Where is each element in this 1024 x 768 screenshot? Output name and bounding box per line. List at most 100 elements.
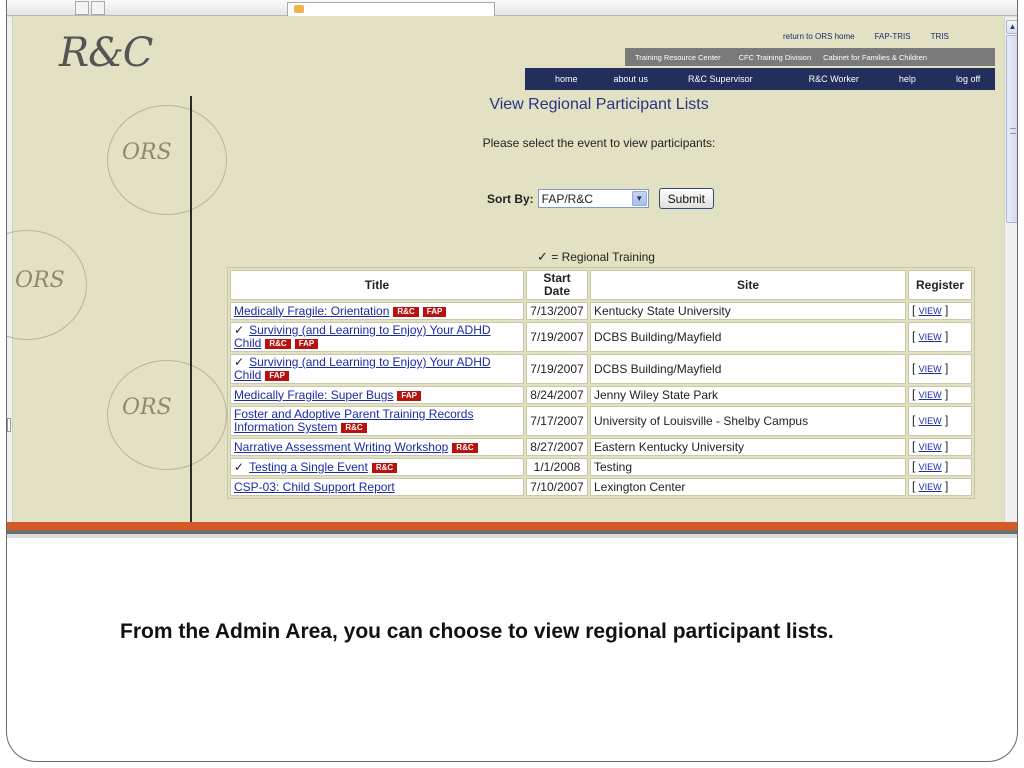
screenshot-area: R&C ORS ORS ORS return to ORS home FAP-T…	[7, 0, 1017, 522]
checkmark-icon: ✓	[234, 323, 245, 337]
scroll-up-icon[interactable]: ▲	[1006, 20, 1017, 34]
program-badge: FAP	[397, 390, 421, 401]
cell-title: Narrative Assessment Writing Workshop R&C	[230, 438, 524, 456]
cell-title: ✓ Surviving (and Learning to Enjoy) Your …	[230, 354, 524, 384]
favicon-icon	[294, 5, 304, 13]
cell-start-date: 7/13/2007	[526, 302, 588, 320]
program-badge: R&C	[371, 462, 398, 473]
event-title-link[interactable]: Narrative Assessment Writing Workshop	[234, 440, 448, 454]
view-register-link[interactable]: VIEW	[919, 364, 942, 374]
cell-start-date: 7/10/2007	[526, 478, 588, 496]
cell-site: Eastern Kentucky University	[590, 438, 906, 456]
table-row: ✓ Surviving (and Learning to Enjoy) Your …	[230, 322, 972, 352]
bracket: ]	[941, 329, 949, 343]
program-badge: R&C	[265, 339, 291, 349]
view-register-link[interactable]: VIEW	[919, 306, 942, 316]
chevron-down-icon[interactable]: ▼	[631, 191, 647, 206]
nav-link-home[interactable]: home	[555, 74, 578, 84]
event-title-link[interactable]: Medically Fragile: Super Bugs	[234, 388, 393, 402]
nav-link-cabinet[interactable]: Cabinet for Families & Children	[817, 53, 933, 62]
view-register-link[interactable]: VIEW	[919, 416, 942, 426]
sort-selected-value: FAP/R&C	[541, 191, 594, 206]
table-row: ✓ Testing a Single Event R&C 1/1/2008 Testin…	[230, 458, 972, 476]
cell-site: Testing	[590, 458, 906, 476]
event-title-link[interactable]: CSP-03: Child Support Report	[234, 480, 395, 494]
resize-handle[interactable]	[7, 418, 11, 432]
cell-register: [ VIEW ]	[908, 478, 972, 496]
header-site: Site	[590, 270, 906, 300]
program-badge: FAP	[265, 371, 289, 381]
bracket: [	[912, 459, 919, 473]
view-register-link[interactable]: VIEW	[919, 332, 942, 342]
program-badge: R&C	[341, 423, 367, 433]
bracket: [	[912, 361, 919, 375]
top-nav: return to ORS home FAP-TRIS TRIS	[773, 29, 959, 45]
nav-link-rc-supervisor[interactable]: R&C Supervisor	[688, 74, 753, 84]
program-badge: R&C	[393, 306, 419, 317]
slide-caption: From the Admin Area, you can choose to v…	[120, 620, 834, 643]
bracket: ]	[941, 439, 949, 453]
vertical-scrollbar[interactable]: ▲	[1004, 17, 1017, 522]
sort-label: Sort By:	[487, 191, 534, 206]
cell-title: Medically Fragile: Orientation R&C FAP	[230, 302, 524, 320]
checkmark-icon: ✓	[537, 249, 548, 264]
sort-select[interactable]: FAP/R&C ▼	[537, 189, 649, 208]
grip-icon	[1010, 128, 1016, 134]
cell-register: [ VIEW ]	[908, 438, 972, 456]
page-instruction: Please select the event to view particip…	[482, 136, 716, 150]
cell-register: [ VIEW ]	[908, 302, 972, 320]
table-row: Medically Fragile: Super Bugs FAP 8/24/200…	[230, 386, 972, 404]
scrollbar-thumb[interactable]	[1006, 35, 1017, 223]
cell-site: Kentucky State University	[590, 302, 906, 320]
nav-link-ors-home[interactable]: return to ORS home	[773, 29, 865, 45]
submit-button[interactable]: Submit	[658, 188, 715, 209]
secondary-nav: Training Resource Center CFC Training Di…	[625, 48, 995, 66]
nav-link-cfc-training[interactable]: CFC Training Division	[733, 53, 818, 62]
main-nav: home about us R&C Supervisor R&C Worker …	[525, 68, 995, 90]
cell-register: [ VIEW ]	[908, 322, 972, 352]
checkmark-icon: ✓	[234, 459, 245, 474]
nav-link-help[interactable]: help	[899, 74, 916, 84]
view-register-link[interactable]: VIEW	[919, 482, 942, 492]
legend: ✓ = Regional Training	[537, 249, 655, 265]
cell-title: Medically Fragile: Super Bugs FAP	[230, 386, 524, 404]
program-badge: FAP	[294, 339, 319, 349]
nav-link-rc-worker[interactable]: R&C Worker	[809, 74, 859, 84]
cell-register: [ VIEW ]	[908, 386, 972, 404]
cell-site: DCBS Building/Mayfield	[590, 322, 906, 352]
cell-start-date: 7/19/2007	[526, 322, 588, 352]
bracket: ]	[941, 303, 949, 317]
nav-link-log-off[interactable]: log off	[956, 74, 980, 84]
cell-register: [ VIEW ]	[908, 406, 972, 436]
nav-link-tris[interactable]: TRIS	[921, 29, 959, 45]
event-title-link[interactable]: Medically Fragile: Orientation	[234, 304, 389, 318]
bracket: ]	[941, 387, 949, 401]
content-divider	[190, 96, 192, 522]
header-register: Register	[908, 270, 972, 300]
accent-stripe	[7, 534, 1017, 538]
site-logo[interactable]: R&C	[59, 30, 153, 76]
bracket: ]	[941, 361, 949, 375]
cell-site: Jenny Wiley State Park	[590, 386, 906, 404]
participant-table: Title Start Date Site Register Medically…	[227, 267, 975, 499]
program-badge: R&C	[452, 442, 478, 453]
view-register-link[interactable]: VIEW	[919, 462, 942, 472]
nav-link-training-resource-center[interactable]: Training Resource Center	[629, 53, 727, 62]
toolbar-button[interactable]	[75, 1, 89, 15]
bracket: ]	[941, 413, 949, 427]
event-title-link[interactable]: Testing a Single Event	[249, 460, 368, 474]
view-register-link[interactable]: VIEW	[919, 442, 942, 452]
view-register-link[interactable]: VIEW	[919, 390, 942, 400]
watermark-ors: ORS	[122, 395, 172, 420]
legend-text: = Regional Training	[551, 250, 655, 264]
slide: R&C ORS ORS ORS return to ORS home FAP-T…	[6, 0, 1018, 762]
table-row: ✓ Surviving (and Learning to Enjoy) Your …	[230, 354, 972, 384]
sort-controls: Sort By: FAP/R&C ▼ Submit	[487, 188, 715, 209]
nav-link-fap-tris[interactable]: FAP-TRIS	[865, 29, 921, 45]
browser-tab[interactable]	[287, 2, 495, 16]
nav-link-about-us[interactable]: about us	[614, 74, 649, 84]
bracket: [	[912, 439, 919, 453]
bracket: [	[912, 387, 919, 401]
toolbar-button[interactable]	[91, 1, 105, 15]
cell-start-date: 8/24/2007	[526, 386, 588, 404]
